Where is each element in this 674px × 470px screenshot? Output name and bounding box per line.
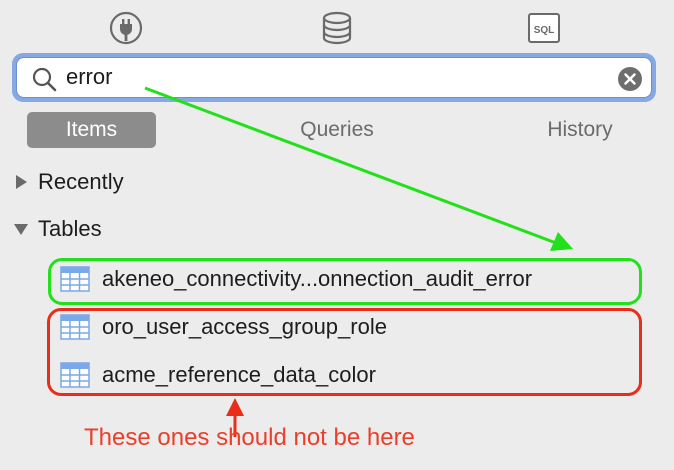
annotation-arrows bbox=[144, 86, 573, 437]
annotation-note: These ones should not be here bbox=[84, 424, 415, 451]
green-arrow bbox=[144, 86, 573, 251]
